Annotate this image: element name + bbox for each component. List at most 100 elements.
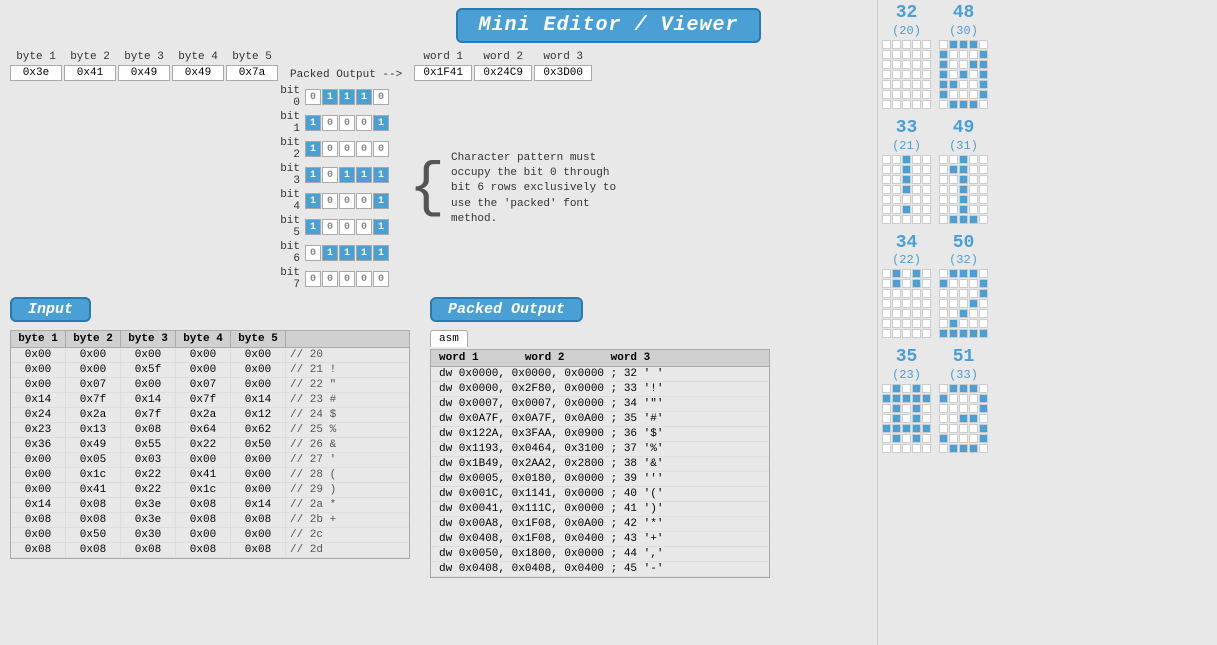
- bit-cell-r3-c4[interactable]: 1: [373, 167, 389, 183]
- bit-cell-r7-c0[interactable]: 0: [305, 271, 321, 287]
- input-cell-r3-c0[interactable]: 0x14: [11, 393, 66, 407]
- input-cell-r13-c1[interactable]: 0x08: [66, 543, 121, 557]
- bit-cell-r0-c3[interactable]: 1: [356, 89, 372, 105]
- input-cell-r12-c2[interactable]: 0x30: [121, 528, 176, 542]
- bit-cell-r2-c0[interactable]: 1: [305, 141, 321, 157]
- input-cell-r2-c0[interactable]: 0x00: [11, 378, 66, 392]
- bit-cell-r3-c1[interactable]: 0: [322, 167, 338, 183]
- bit-cell-r6-c1[interactable]: 1: [322, 245, 338, 261]
- input-cell-r1-c3[interactable]: 0x00: [176, 363, 231, 377]
- input-cell-r5-c4[interactable]: 0x62: [231, 423, 286, 437]
- bit-cell-r5-c0[interactable]: 1: [305, 219, 321, 235]
- bit-cell-r5-c2[interactable]: 0: [339, 219, 355, 235]
- input-cell-r13-c4[interactable]: 0x08: [231, 543, 286, 557]
- bit-cell-r7-c4[interactable]: 0: [373, 271, 389, 287]
- input-cell-r2-c2[interactable]: 0x00: [121, 378, 176, 392]
- word1-value-top[interactable]: 0x1F41: [414, 65, 472, 81]
- bit-cell-r1-c0[interactable]: 1: [305, 115, 321, 131]
- bit-cell-r4-c0[interactable]: 1: [305, 193, 321, 209]
- input-cell-r11-c2[interactable]: 0x3e: [121, 513, 176, 527]
- input-cell-r10-c4[interactable]: 0x14: [231, 498, 286, 512]
- input-cell-r11-c1[interactable]: 0x08: [66, 513, 121, 527]
- bit-cell-r6-c4[interactable]: 1: [373, 245, 389, 261]
- input-cell-r2-c4[interactable]: 0x00: [231, 378, 286, 392]
- input-cell-r4-c4[interactable]: 0x12: [231, 408, 286, 422]
- bit-cell-r7-c1[interactable]: 0: [322, 271, 338, 287]
- input-cell-r7-c1[interactable]: 0x05: [66, 453, 121, 467]
- input-cell-r1-c1[interactable]: 0x00: [66, 363, 121, 377]
- bit-cell-r1-c1[interactable]: 0: [322, 115, 338, 131]
- input-cell-r7-c4[interactable]: 0x00: [231, 453, 286, 467]
- input-cell-r11-c3[interactable]: 0x08: [176, 513, 231, 527]
- bit-cell-r1-c3[interactable]: 0: [356, 115, 372, 131]
- bit-cell-r2-c3[interactable]: 0: [356, 141, 372, 157]
- word2-value-top[interactable]: 0x24C9: [474, 65, 532, 81]
- bit-cell-r2-c1[interactable]: 0: [322, 141, 338, 157]
- bit-cell-r6-c3[interactable]: 1: [356, 245, 372, 261]
- bit-cell-r1-c2[interactable]: 0: [339, 115, 355, 131]
- input-cell-r3-c3[interactable]: 0x7f: [176, 393, 231, 407]
- input-cell-r3-c2[interactable]: 0x14: [121, 393, 176, 407]
- input-cell-r4-c3[interactable]: 0x2a: [176, 408, 231, 422]
- input-cell-r0-c3[interactable]: 0x00: [176, 348, 231, 362]
- bit-cell-r7-c2[interactable]: 0: [339, 271, 355, 287]
- input-cell-r12-c0[interactable]: 0x00: [11, 528, 66, 542]
- bit-cell-r0-c4[interactable]: 0: [373, 89, 389, 105]
- bit-cell-r0-c1[interactable]: 1: [322, 89, 338, 105]
- word3-value-top[interactable]: 0x3D00: [534, 65, 592, 81]
- input-cell-r0-c4[interactable]: 0x00: [231, 348, 286, 362]
- input-cell-r7-c3[interactable]: 0x00: [176, 453, 231, 467]
- bit-cell-r1-c4[interactable]: 1: [373, 115, 389, 131]
- bit-cell-r0-c0[interactable]: 0: [305, 89, 321, 105]
- bit-cell-r4-c3[interactable]: 0: [356, 193, 372, 209]
- input-cell-r6-c2[interactable]: 0x55: [121, 438, 176, 452]
- bit-cell-r2-c4[interactable]: 0: [373, 141, 389, 157]
- tab-asm[interactable]: asm: [430, 330, 468, 347]
- input-cell-r8-c3[interactable]: 0x41: [176, 468, 231, 482]
- input-cell-r2-c1[interactable]: 0x07: [66, 378, 121, 392]
- byte5-value-top[interactable]: 0x7a: [226, 65, 278, 81]
- bit-cell-r4-c4[interactable]: 1: [373, 193, 389, 209]
- input-cell-r6-c1[interactable]: 0x49: [66, 438, 121, 452]
- input-cell-r5-c1[interactable]: 0x13: [66, 423, 121, 437]
- input-cell-r4-c0[interactable]: 0x24: [11, 408, 66, 422]
- input-cell-r3-c4[interactable]: 0x14: [231, 393, 286, 407]
- input-cell-r6-c4[interactable]: 0x50: [231, 438, 286, 452]
- input-cell-r9-c2[interactable]: 0x22: [121, 483, 176, 497]
- input-cell-r12-c3[interactable]: 0x00: [176, 528, 231, 542]
- input-cell-r12-c1[interactable]: 0x50: [66, 528, 121, 542]
- input-cell-r1-c4[interactable]: 0x00: [231, 363, 286, 377]
- input-cell-r5-c2[interactable]: 0x08: [121, 423, 176, 437]
- bit-cell-r3-c0[interactable]: 1: [305, 167, 321, 183]
- bit-cell-r0-c2[interactable]: 1: [339, 89, 355, 105]
- input-cell-r11-c0[interactable]: 0x08: [11, 513, 66, 527]
- byte2-value-top[interactable]: 0x41: [64, 65, 116, 81]
- input-cell-r7-c2[interactable]: 0x03: [121, 453, 176, 467]
- bit-cell-r4-c2[interactable]: 0: [339, 193, 355, 209]
- input-cell-r9-c1[interactable]: 0x41: [66, 483, 121, 497]
- input-cell-r0-c2[interactable]: 0x00: [121, 348, 176, 362]
- byte4-value-top[interactable]: 0x49: [172, 65, 224, 81]
- input-cell-r6-c0[interactable]: 0x36: [11, 438, 66, 452]
- input-cell-r8-c0[interactable]: 0x00: [11, 468, 66, 482]
- byte3-value-top[interactable]: 0x49: [118, 65, 170, 81]
- byte1-value-top[interactable]: 0x3e: [10, 65, 62, 81]
- input-cell-r9-c4[interactable]: 0x00: [231, 483, 286, 497]
- input-cell-r0-c1[interactable]: 0x00: [66, 348, 121, 362]
- input-cell-r13-c2[interactable]: 0x08: [121, 543, 176, 557]
- input-cell-r1-c0[interactable]: 0x00: [11, 363, 66, 377]
- input-cell-r9-c3[interactable]: 0x1c: [176, 483, 231, 497]
- input-cell-r11-c4[interactable]: 0x08: [231, 513, 286, 527]
- input-cell-r3-c1[interactable]: 0x7f: [66, 393, 121, 407]
- bit-cell-r3-c3[interactable]: 1: [356, 167, 372, 183]
- bit-cell-r2-c2[interactable]: 0: [339, 141, 355, 157]
- input-cell-r10-c1[interactable]: 0x08: [66, 498, 121, 512]
- bit-cell-r5-c4[interactable]: 1: [373, 219, 389, 235]
- input-cell-r5-c3[interactable]: 0x64: [176, 423, 231, 437]
- input-cell-r12-c4[interactable]: 0x00: [231, 528, 286, 542]
- input-cell-r1-c2[interactable]: 0x5f: [121, 363, 176, 377]
- input-cell-r9-c0[interactable]: 0x00: [11, 483, 66, 497]
- bit-cell-r5-c3[interactable]: 0: [356, 219, 372, 235]
- input-cell-r13-c3[interactable]: 0x08: [176, 543, 231, 557]
- input-cell-r6-c3[interactable]: 0x22: [176, 438, 231, 452]
